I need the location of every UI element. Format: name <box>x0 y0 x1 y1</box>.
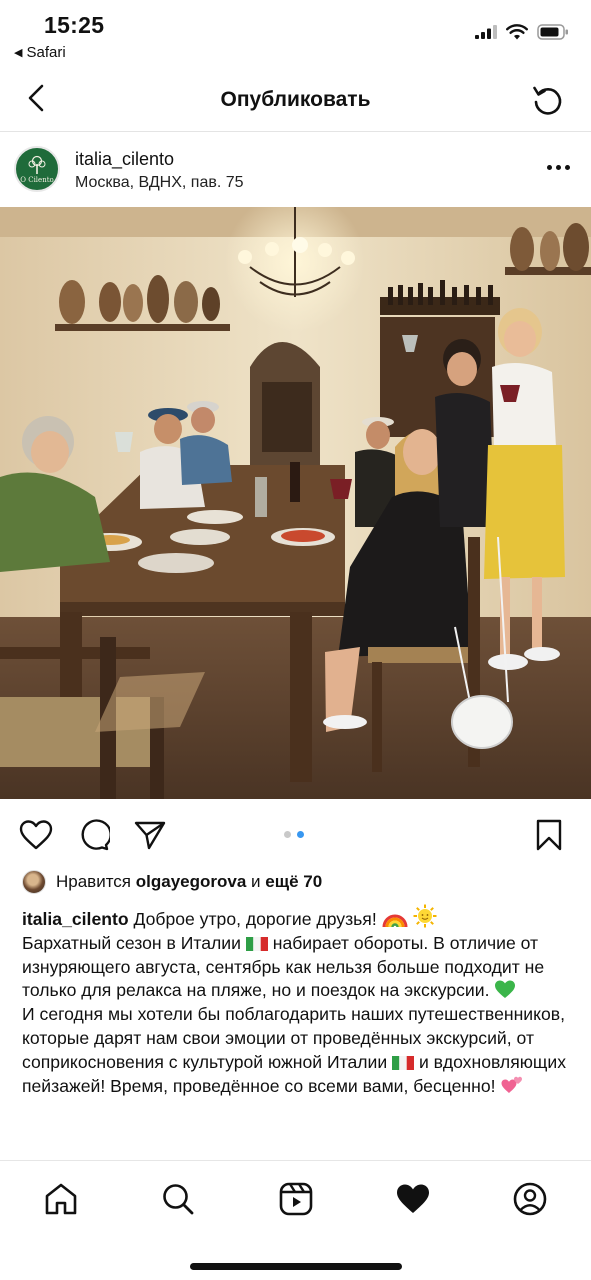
status-icons <box>475 24 569 40</box>
nav-header: Опубликовать <box>0 66 591 132</box>
bookmark-icon <box>536 819 562 851</box>
likes-row[interactable]: Нравится olgayegorova и ещё 70 <box>22 869 322 895</box>
tab-activity[interactable] <box>393 1179 433 1219</box>
rainbow-icon <box>382 914 408 928</box>
more-options-button[interactable] <box>543 155 573 179</box>
account-avatar[interactable]: O Cilento <box>14 146 60 192</box>
photo-illustration <box>0 207 591 799</box>
liker-avatar <box>22 870 46 894</box>
heart-outline-icon <box>19 820 53 850</box>
page-title: Опубликовать <box>220 88 371 111</box>
tab-profile[interactable] <box>510 1179 550 1219</box>
home-icon <box>45 1183 77 1215</box>
post-header: O Cilento italia_cilento Москва, ВДНХ, п… <box>0 133 591 207</box>
status-bar: 15:25 ◀ Safari <box>0 0 591 66</box>
post-caption: italia_cilento Доброе утро, дорогие друз… <box>22 904 570 1098</box>
back-triangle-icon: ◀ <box>14 47 23 59</box>
avatar-logo-text: O Cilento <box>20 175 54 184</box>
reels-icon <box>279 1182 313 1216</box>
battery-icon <box>537 24 568 40</box>
back-app-label: Safari <box>26 44 66 61</box>
post-username[interactable]: italia_cilento <box>75 149 174 170</box>
comment-icon <box>81 819 110 851</box>
tab-reels[interactable] <box>276 1179 316 1219</box>
refresh-icon <box>533 86 562 115</box>
search-icon <box>163 1184 194 1215</box>
likes-connector: и <box>251 872 261 891</box>
wifi-icon <box>506 24 528 40</box>
bottom-tab-bar <box>0 1160 591 1280</box>
post-location[interactable]: Москва, ВДНХ, пав. 75 <box>75 174 244 192</box>
post-photo[interactable] <box>0 207 591 799</box>
carousel-dot-active <box>297 831 304 838</box>
caption-p1-start: Бархатный сезон в Италии <box>22 932 241 953</box>
likes-prefix: Нравится <box>56 872 132 891</box>
heart-filled-icon <box>397 1184 429 1213</box>
status-time: 15:25 <box>44 12 105 38</box>
post-action-bar <box>0 805 591 863</box>
caption-username[interactable]: italia_cilento <box>22 909 129 929</box>
profile-icon <box>513 1182 547 1216</box>
caption-greeting: Доброе утро, дорогие друзья! <box>133 909 377 929</box>
tab-search[interactable] <box>158 1179 198 1219</box>
tab-home[interactable] <box>41 1179 81 1219</box>
refresh-button[interactable] <box>527 80 567 120</box>
more-dot-icon <box>555 164 561 170</box>
comment-button[interactable] <box>76 817 112 853</box>
carousel-dot <box>284 831 291 838</box>
olive-tree-logo-icon <box>28 155 46 174</box>
more-dot-icon <box>564 164 570 170</box>
paper-plane-icon <box>134 821 166 850</box>
like-button[interactable] <box>18 817 54 853</box>
green-heart-icon <box>495 980 516 999</box>
save-button[interactable] <box>531 817 567 853</box>
signal-icon <box>475 25 497 39</box>
likes-user[interactable]: olgayegorova <box>136 872 247 892</box>
back-to-app-link[interactable]: ◀ Safari <box>14 44 66 61</box>
home-indicator <box>190 1263 402 1270</box>
share-button[interactable] <box>132 817 168 853</box>
italy-flag-icon <box>245 936 268 951</box>
carousel-indicator <box>284 831 304 838</box>
more-dot-icon <box>546 164 552 170</box>
two-hearts-icon <box>501 1076 523 1093</box>
italy-flag-icon <box>392 1055 415 1070</box>
sun-with-face-icon <box>413 904 437 928</box>
likes-more[interactable]: ещё 70 <box>265 872 322 892</box>
